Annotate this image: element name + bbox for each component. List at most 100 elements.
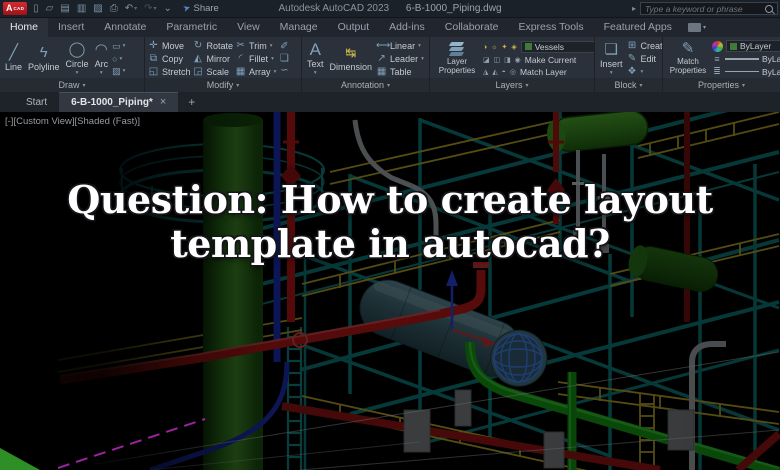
- tab-manage[interactable]: Manage: [270, 18, 328, 37]
- layer-dropdown[interactable]: Vessels ▾: [521, 41, 594, 53]
- layer-properties-button[interactable]: Layer Properties: [433, 42, 481, 76]
- insert-block-icon: ❏: [605, 42, 618, 58]
- drawing-viewport[interactable]: [-] [Custom View] [Shaded (Fast)] Questi…: [0, 112, 780, 470]
- dimension-tool[interactable]: ↹ Dimension: [328, 45, 375, 72]
- ladder: [288, 327, 301, 470]
- tab-view[interactable]: View: [227, 18, 270, 37]
- visual-style-control[interactable]: [Shaded (Fast)]: [75, 116, 140, 127]
- tab-annotate[interactable]: Annotate: [94, 18, 156, 37]
- array-tool[interactable]: ▦ Array ▾: [235, 66, 276, 77]
- layer-tools-icons-row2[interactable]: ◪ ◫ ◨ ◉: [483, 56, 522, 64]
- properties-panel-label[interactable]: Properties ▾: [663, 78, 780, 92]
- redo-button[interactable]: ↷ ▾: [144, 0, 156, 18]
- tab-home[interactable]: Home: [0, 18, 48, 37]
- window-title: Autodesk AutoCAD 2023 6-B-1000_Piping.dw…: [240, 0, 540, 18]
- search-expander-icon[interactable]: ▸: [632, 4, 636, 13]
- leader-tool[interactable]: ↗ Leader ▾: [376, 53, 424, 64]
- move-tool[interactable]: ✛ Move: [148, 40, 191, 51]
- stretch-icon: ◱: [148, 66, 159, 77]
- viewport-menu-control[interactable]: [-]: [5, 116, 13, 127]
- stretch-tool[interactable]: ◱ Stretch: [148, 66, 191, 77]
- print-icon[interactable]: ⎙: [110, 0, 118, 18]
- tab-parametric[interactable]: Parametric: [156, 18, 227, 37]
- linetype-dropdown[interactable]: ≣ ByLayer: [712, 66, 780, 77]
- wireframe-sphere: [494, 334, 542, 382]
- text-tool[interactable]: A Text ▾: [305, 42, 326, 76]
- match-properties-button[interactable]: ✎ Match Properties: [666, 41, 710, 76]
- search-input[interactable]: [645, 4, 765, 14]
- overlay-line-1: Question: How to create layout: [0, 178, 780, 222]
- view-control[interactable]: [Custom View]: [13, 116, 74, 127]
- leader-icon: ↗: [376, 53, 387, 64]
- block-attributes-tool[interactable]: ❖ ▾: [627, 66, 662, 77]
- polyline-tool[interactable]: ϟ Polyline: [26, 45, 62, 72]
- tab-insert[interactable]: Insert: [48, 18, 94, 37]
- modify-extra-icons[interactable]: ✐❏∽: [278, 41, 290, 77]
- help-search-box[interactable]: [640, 2, 778, 15]
- drawing-tab[interactable]: 6-B-1000_Piping* ×: [59, 92, 178, 112]
- customize-qat-icon[interactable]: ⌄: [164, 0, 172, 18]
- table-icon: ▦: [376, 66, 387, 77]
- lineweight-dropdown[interactable]: ≡ ByLayer: [712, 54, 780, 64]
- new-drawing-tab-icon[interactable]: +: [184, 93, 199, 112]
- tab-featured-apps[interactable]: Featured Apps: [594, 18, 682, 37]
- undo-icon: ↶: [125, 0, 133, 18]
- new-file-icon[interactable]: ▯: [33, 0, 39, 18]
- copy-tool[interactable]: ⧉ Copy: [148, 53, 191, 64]
- scale-tool[interactable]: ◲ Scale: [193, 66, 234, 77]
- export-icon[interactable]: ▨: [93, 0, 102, 18]
- match-layer-button[interactable]: ◮ ◭ ◓ ◎ Match Layer: [483, 67, 594, 77]
- open-icon[interactable]: ▱: [46, 0, 54, 18]
- green-column-vessel: [203, 113, 263, 470]
- save-as-icon[interactable]: ▥: [77, 0, 86, 18]
- save-icon[interactable]: ▤: [60, 0, 69, 18]
- fillet-tool[interactable]: ◜ Fillet ▾: [235, 53, 276, 64]
- logo-letter: A: [6, 2, 13, 15]
- layer-state-icons[interactable]: ◑ ☼ ✦ ◈: [483, 43, 518, 51]
- linear-dimension-tool[interactable]: ⟷ Linear ▾: [376, 40, 424, 51]
- mirror-tool[interactable]: ◭ Mirror: [193, 53, 234, 64]
- edit-block-tool[interactable]: ✎ Edit: [627, 53, 662, 64]
- table-tool[interactable]: ▦ Table: [376, 66, 424, 77]
- draw-panel-label[interactable]: Draw ▾: [0, 78, 144, 92]
- arc-dropdown-icon[interactable]: ▾: [100, 70, 103, 76]
- search-icon[interactable]: [765, 5, 773, 13]
- tab-output[interactable]: Output: [328, 18, 380, 37]
- autocad-logo[interactable]: A CAD: [3, 2, 27, 15]
- modify-panel-label[interactable]: Modify ▾: [145, 78, 301, 92]
- hatch-tool[interactable]: ▨ ▾: [112, 66, 125, 77]
- layer-tools-icons-row3[interactable]: ◮ ◭ ◓ ◎: [483, 68, 517, 76]
- layer-properties-icon: [448, 42, 466, 57]
- object-color-dropdown[interactable]: ByLayer: [726, 40, 780, 52]
- rectangle-tool[interactable]: ▭ ▾: [112, 41, 125, 52]
- undo-button[interactable]: ↶ ▾: [125, 0, 137, 18]
- tab-express-tools[interactable]: Express Tools: [508, 18, 593, 37]
- tab-collaborate[interactable]: Collaborate: [435, 18, 509, 37]
- tab-add-ins[interactable]: Add-ins: [379, 18, 435, 37]
- trim-tool[interactable]: ✂ Trim ▾: [235, 40, 276, 51]
- insert-block-button[interactable]: ❏ Insert ▾: [598, 42, 625, 76]
- linetype-icon: ≣: [712, 66, 722, 77]
- circle-tool[interactable]: ◯ Circle ▾: [64, 42, 91, 76]
- rotate-tool[interactable]: ↻ Rotate: [193, 40, 234, 51]
- make-current-button[interactable]: ◪ ◫ ◨ ◉ Make Current: [483, 55, 594, 65]
- line-tool[interactable]: ╱ Line: [3, 45, 24, 72]
- logo-cad-text: CAD: [14, 6, 25, 11]
- layers-panel-label[interactable]: Layers ▾: [430, 78, 594, 92]
- linetype-sample: [725, 71, 759, 73]
- block-panel-label[interactable]: Block ▾: [595, 78, 662, 92]
- close-tab-icon[interactable]: ×: [160, 93, 166, 112]
- create-block-tool[interactable]: ⊞ Create: [627, 40, 662, 51]
- rotate-icon: ↻: [193, 40, 204, 51]
- undo-dropdown-icon[interactable]: ▾: [134, 5, 137, 12]
- arc-tool[interactable]: ◠ Arc ▾: [93, 42, 111, 76]
- circle-dropdown-icon[interactable]: ▾: [76, 70, 79, 76]
- ribbon-toggle-icon: [688, 23, 701, 32]
- share-button[interactable]: ➤ Share: [183, 3, 219, 14]
- redo-dropdown-icon[interactable]: ▾: [154, 5, 157, 12]
- start-tab[interactable]: Start: [14, 93, 59, 112]
- annotation-panel-label[interactable]: Annotation ▾: [302, 78, 429, 92]
- ribbon-display-toggle[interactable]: ▾: [688, 18, 706, 37]
- ellipse-tool[interactable]: ○ ▾: [112, 54, 125, 64]
- color-wheel-icon[interactable]: [712, 41, 723, 52]
